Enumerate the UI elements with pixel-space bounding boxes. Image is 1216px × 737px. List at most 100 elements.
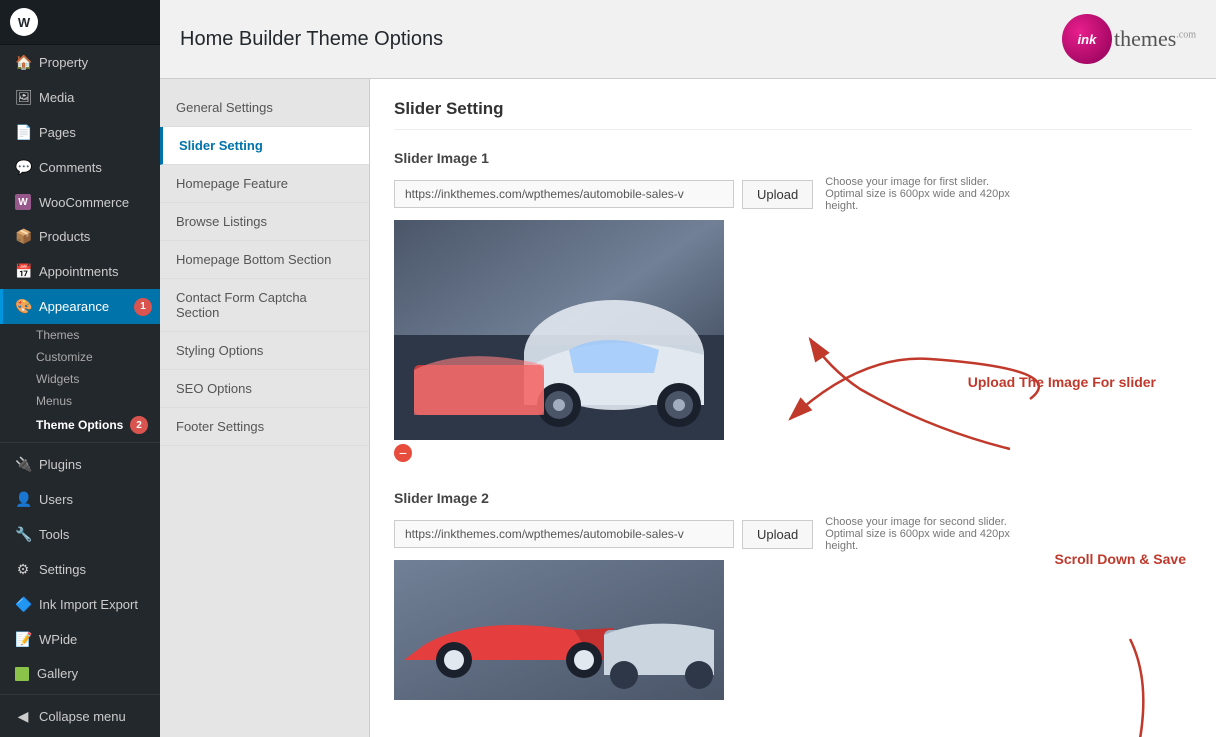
theme-options-badge: 2 xyxy=(130,416,148,434)
sidebar-item-products[interactable]: 📦 Products xyxy=(0,219,160,254)
slider2-field-row: Upload Choose your image for second slid… xyxy=(394,516,1192,552)
slider2-hint: Choose your image for second slider. Opt… xyxy=(825,516,1025,552)
panel-item-browse-listings[interactable]: Browse Listings xyxy=(160,203,369,241)
slider1-group: Slider Image 1 Upload Choose your image … xyxy=(394,150,1192,462)
pages-icon: 📄 xyxy=(15,124,31,141)
car-image-1 xyxy=(394,220,724,440)
slider1-remove-button[interactable]: − xyxy=(394,444,412,462)
sidebar-sub-customize[interactable]: Customize xyxy=(0,346,160,368)
panel-item-general-settings[interactable]: General Settings xyxy=(160,89,369,127)
section-title: Slider Setting xyxy=(394,99,1192,130)
sidebar-item-property[interactable]: 🏠 Property xyxy=(0,45,160,80)
media-icon: 🖼 xyxy=(15,89,31,106)
sidebar-item-media[interactable]: 🖼 Media xyxy=(0,80,160,115)
sidebar-item-label: Appearance xyxy=(39,299,109,314)
sidebar-item-label: WooCommerce xyxy=(39,195,129,210)
sidebar-divider-2 xyxy=(0,694,160,695)
sidebar-item-label: Media xyxy=(39,90,74,105)
sidebar-item-label: Settings xyxy=(39,562,86,577)
sidebar-item-label: Pages xyxy=(39,125,76,140)
appearance-icon: 🎨 xyxy=(15,298,31,315)
main-area: Home Builder Theme Options ink themes.co… xyxy=(160,0,1216,737)
appointments-icon: 📅 xyxy=(15,263,31,280)
slider2-group: Slider Image 2 Upload Choose your image … xyxy=(394,490,1192,700)
sidebar-item-label: Users xyxy=(39,492,73,507)
sidebar-item-label: Appointments xyxy=(39,264,119,279)
right-panel: Slider Setting Slider Image 1 Upload Cho… xyxy=(370,79,1216,737)
property-icon: 🏠 xyxy=(15,54,31,71)
sidebar-item-users[interactable]: 👤 Users xyxy=(0,482,160,517)
sidebar-sub-theme-options[interactable]: Theme Options 2 xyxy=(0,412,160,438)
ink-com-label: .com xyxy=(1176,30,1196,41)
slider2-upload-button[interactable]: Upload xyxy=(742,520,813,549)
slider1-field-row: Upload Choose your image for first slide… xyxy=(394,176,1192,212)
sidebar-item-settings[interactable]: ⚙ Settings xyxy=(0,552,160,587)
theme-options-label: Theme Options xyxy=(36,418,123,432)
topbar: Home Builder Theme Options ink themes.co… xyxy=(160,0,1216,79)
panel-item-seo-options[interactable]: SEO Options xyxy=(160,370,369,408)
sidebar-item-comments[interactable]: 💬 Comments xyxy=(0,150,160,185)
sidebar-item-tools[interactable]: 🔧 Tools xyxy=(0,517,160,552)
slider2-label: Slider Image 2 xyxy=(394,490,1192,506)
sidebar-item-appearance[interactable]: 🎨 Appearance 1 xyxy=(0,289,160,324)
slider2-url-input[interactable] xyxy=(394,520,734,548)
appearance-badge: 1 xyxy=(134,298,152,316)
panel-item-contact-form[interactable]: Contact Form Captcha Section xyxy=(160,279,369,332)
ink-brand-label: themes xyxy=(1114,26,1176,51)
sidebar-sub-menus[interactable]: Menus xyxy=(0,390,160,412)
settings-icon: ⚙ xyxy=(15,561,31,578)
sidebar-item-label: Tools xyxy=(39,527,69,542)
upload-annotation: Upload The Image For slider xyxy=(968,374,1156,390)
slider1-hint: Choose your image for first slider. Opti… xyxy=(825,176,1025,212)
sidebar-item-label: WPide xyxy=(39,632,77,647)
sidebar-item-label: Ink Import Export xyxy=(39,597,138,612)
sidebar-item-label: Property xyxy=(39,55,88,70)
content-area: General Settings Slider Setting Homepage… xyxy=(160,79,1216,737)
sidebar-item-appointments[interactable]: 📅 Appointments xyxy=(0,254,160,289)
slider1-url-input[interactable] xyxy=(394,180,734,208)
sidebar-item-plugins[interactable]: 🔌 Plugins xyxy=(0,447,160,482)
wp-icon: W xyxy=(10,8,38,36)
plugins-icon: 🔌 xyxy=(15,456,31,473)
sidebar-item-wpide[interactable]: 📝 WPide xyxy=(0,622,160,657)
panel-item-styling-options[interactable]: Styling Options xyxy=(160,332,369,370)
ink-icon: 🔷 xyxy=(15,596,31,613)
collapse-icon: ◀ xyxy=(15,708,31,725)
slider1-upload-button[interactable]: Upload xyxy=(742,180,813,209)
sidebar-item-gallery[interactable]: Gallery xyxy=(0,657,160,690)
ink-logo: ink themes.com xyxy=(1062,14,1196,64)
collapse-menu[interactable]: ◀ Collapse menu xyxy=(0,699,160,734)
sidebar-divider-1 xyxy=(0,442,160,443)
slider1-image xyxy=(394,220,724,440)
slider1-label: Slider Image 1 xyxy=(394,150,1192,166)
page-title: Home Builder Theme Options xyxy=(180,28,443,51)
sidebar-item-label: Comments xyxy=(39,160,102,175)
wp-logo: W xyxy=(0,0,160,45)
gallery-icon xyxy=(15,667,29,681)
ink-brand-text: themes.com xyxy=(1114,26,1196,52)
sidebar-sub-widgets[interactable]: Widgets xyxy=(0,368,160,390)
woo-icon: W xyxy=(15,194,31,210)
sidebar-sub-themes[interactable]: Themes xyxy=(0,324,160,346)
slider2-image xyxy=(394,560,724,700)
ink-logo-text: ink xyxy=(1078,32,1097,47)
sidebar-item-ink-import-export[interactable]: 🔷 Ink Import Export xyxy=(0,587,160,622)
comments-icon: 💬 xyxy=(15,159,31,176)
wpide-icon: 📝 xyxy=(15,631,31,648)
sidebar-item-label: Products xyxy=(39,229,90,244)
products-icon: 📦 xyxy=(15,228,31,245)
left-panel: General Settings Slider Setting Homepage… xyxy=(160,79,370,737)
ink-logo-circle: ink xyxy=(1062,14,1112,64)
panel-item-homepage-bottom[interactable]: Homepage Bottom Section xyxy=(160,241,369,279)
sidebar-item-label: Gallery xyxy=(37,666,78,681)
sidebar-item-woocommerce[interactable]: W WooCommerce xyxy=(0,185,160,219)
car-image-2 xyxy=(394,560,724,700)
panel-item-slider-setting[interactable]: Slider Setting xyxy=(160,127,369,165)
panel-item-homepage-feature[interactable]: Homepage Feature xyxy=(160,165,369,203)
panel-item-footer-settings[interactable]: Footer Settings xyxy=(160,408,369,446)
sidebar: W 🏠 Property 🖼 Media 📄 Pages 💬 Comments … xyxy=(0,0,160,737)
scroll-annotation: Scroll Down & Save xyxy=(1055,551,1186,567)
sidebar-item-pages[interactable]: 📄 Pages xyxy=(0,115,160,150)
sidebar-item-label: Plugins xyxy=(39,457,82,472)
users-icon: 👤 xyxy=(15,491,31,508)
